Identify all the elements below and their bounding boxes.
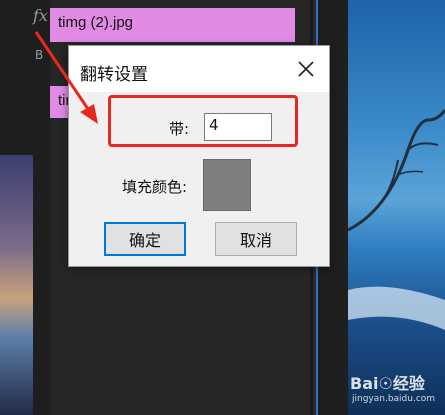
close-icon: [298, 61, 314, 77]
fill-color-label: 填充颜色:: [122, 178, 188, 196]
b-label: B: [35, 48, 44, 62]
dialog-title: 翻转设置: [80, 65, 148, 85]
left-preview-thumbnail: [0, 155, 33, 415]
band-input[interactable]: 4: [204, 113, 272, 141]
band-label: 带:: [169, 120, 190, 138]
fx-icon[interactable]: fx: [33, 6, 48, 25]
baidu-watermark: Bai☉经验: [350, 374, 425, 393]
flip-settings-dialog: 翻转设置 带: 4 填充颜色: 确定 取消: [68, 45, 330, 267]
baidu-watermark-url: jingyan.baidu.com: [352, 394, 436, 404]
timeline-clip-timg[interactable]: tim: [50, 86, 78, 118]
timeline-clip-timg2[interactable]: timg (2).jpg: [50, 8, 295, 42]
preview-photo: [348, 0, 445, 415]
fill-color-swatch[interactable]: [203, 159, 251, 211]
cancel-button[interactable]: 取消: [215, 222, 297, 256]
tree-branch-graphic: [348, 109, 445, 330]
dialog-titlebar[interactable]: 翻转设置: [69, 46, 329, 92]
close-button[interactable]: [295, 58, 317, 80]
ok-button[interactable]: 确定: [104, 222, 186, 256]
